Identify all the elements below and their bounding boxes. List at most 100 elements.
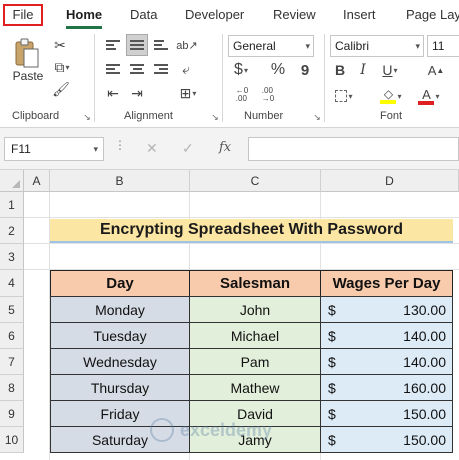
select-all-button[interactable] <box>0 170 24 192</box>
align-middle-icon[interactable] <box>126 34 148 56</box>
row-header-5[interactable]: 5 <box>0 297 24 323</box>
cell-wage[interactable]: $150.00 <box>320 426 453 453</box>
decrease-decimal-icon[interactable]: .00 →0 <box>258 86 278 104</box>
italic-button[interactable]: I <box>356 60 370 80</box>
paste-button[interactable]: Paste <box>8 68 48 84</box>
cell-salesman[interactable]: Jamy <box>189 426 321 453</box>
orientation-icon[interactable]: ab↗ <box>176 36 198 54</box>
currency-symbol: $ <box>328 405 336 422</box>
worksheet-grid[interactable]: A B C D 1 2 3 4 5 6 7 8 9 10 Encrypting … <box>0 170 459 460</box>
copy-icon[interactable]: ⧉ ▾ <box>50 58 74 76</box>
column-header-b[interactable]: B <box>50 170 190 192</box>
font-color-button[interactable]: A ▾ <box>416 86 442 106</box>
formula-bar-grip-icon[interactable]: ⋮ <box>114 138 126 152</box>
cut-icon[interactable]: ✂ <box>52 36 68 54</box>
number-format-select[interactable]: General ▾ <box>228 35 314 57</box>
wage-value: 150.00 <box>403 431 446 448</box>
row-header-7[interactable]: 7 <box>0 349 24 375</box>
tab-review[interactable]: Review <box>273 4 316 26</box>
format-painter-icon[interactable]: 🖌 <box>52 80 70 98</box>
tab-file[interactable]: File <box>3 4 43 26</box>
wage-value: 140.00 <box>403 327 446 344</box>
tab-data[interactable]: Data <box>130 4 157 26</box>
align-bottom-icon[interactable] <box>152 36 170 54</box>
header-day[interactable]: Day <box>50 270 190 297</box>
row-header-3[interactable]: 3 <box>0 244 24 270</box>
sheet-title[interactable]: Encrypting Spreadsheet With Password <box>50 219 453 243</box>
align-right-icon[interactable] <box>152 60 170 78</box>
font-color-icon: A <box>422 86 431 102</box>
column-header-d[interactable]: D <box>321 170 459 192</box>
wage-value: 150.00 <box>403 405 446 422</box>
row-header-9[interactable]: 9 <box>0 401 24 427</box>
align-left-icon[interactable] <box>104 60 122 78</box>
enter-icon[interactable]: ✓ <box>182 140 194 157</box>
row-header-2[interactable]: 2 <box>0 218 24 244</box>
align-top-icon[interactable] <box>104 36 122 54</box>
tab-home[interactable]: Home <box>66 4 103 29</box>
cell-day[interactable]: Friday <box>50 400 190 427</box>
name-box[interactable]: F11 ▾ <box>4 137 104 161</box>
name-box-value: F11 <box>11 142 31 156</box>
cell-wage[interactable]: $160.00 <box>320 374 453 401</box>
row-header-6[interactable]: 6 <box>0 323 24 349</box>
font-family-select[interactable]: Calibri ▾ <box>330 35 424 57</box>
currency-icon: $ <box>234 61 243 78</box>
increase-indent-icon[interactable]: ⇥ <box>128 84 146 102</box>
tab-page-layout[interactable]: Page Lay <box>406 4 459 26</box>
decrease-indent-icon[interactable]: ⇤ <box>104 84 122 102</box>
cell-day[interactable]: Monday <box>50 296 190 323</box>
formula-input[interactable] <box>248 137 459 161</box>
currency-symbol: $ <box>328 431 336 448</box>
cell-wage[interactable]: $130.00 <box>320 296 453 323</box>
currency-button[interactable]: $ ▾ <box>230 60 252 80</box>
cell-salesman[interactable]: Mathew <box>189 374 321 401</box>
paste-icon[interactable] <box>12 36 42 70</box>
row-header-1[interactable]: 1 <box>0 192 24 218</box>
fill-color-icon: ◇ <box>380 88 397 104</box>
currency-symbol: $ <box>328 379 336 396</box>
cell-salesman[interactable]: Michael <box>189 322 321 349</box>
fill-color-button[interactable]: ◇ ▾ <box>378 86 404 106</box>
comma-style-button[interactable]: 9 <box>296 60 314 80</box>
cell-wage[interactable]: $140.00 <box>320 348 453 375</box>
insert-function-button[interactable]: fx <box>219 140 231 155</box>
borders-button[interactable]: ▾ <box>332 86 356 106</box>
cell-day[interactable]: Thursday <box>50 374 190 401</box>
merge-center-icon[interactable]: ⊞ ▾ <box>176 84 200 102</box>
cell-day[interactable]: Wednesday <box>50 348 190 375</box>
underline-icon: U <box>382 62 393 78</box>
font-family-value: Calibri <box>335 39 370 53</box>
cell-salesman[interactable]: John <box>189 296 321 323</box>
currency-symbol: $ <box>328 353 336 370</box>
header-wages[interactable]: Wages Per Day <box>320 270 453 297</box>
wage-value: 140.00 <box>403 353 446 370</box>
align-center-icon[interactable] <box>128 60 146 78</box>
alignment-launcher-icon[interactable]: ↘ <box>210 112 220 122</box>
cell-wage[interactable]: $150.00 <box>320 400 453 427</box>
cell-salesman[interactable]: Pam <box>189 348 321 375</box>
cell-day[interactable]: Saturday <box>50 426 190 453</box>
row-header-10[interactable]: 10 <box>0 427 24 453</box>
column-header-a[interactable]: A <box>24 170 50 192</box>
percent-button[interactable]: % <box>268 60 288 80</box>
wrap-text-icon[interactable]: ⤶ <box>176 60 196 78</box>
cell-wage[interactable]: $140.00 <box>320 322 453 349</box>
cell-salesman[interactable]: David <box>189 400 321 427</box>
row-header-4[interactable]: 4 <box>0 270 24 297</box>
clipboard-launcher-icon[interactable]: ↘ <box>82 112 92 122</box>
cancel-icon[interactable]: ✕ <box>146 140 158 157</box>
number-launcher-icon[interactable]: ↘ <box>312 112 322 122</box>
tab-developer[interactable]: Developer <box>185 4 244 26</box>
font-size-select[interactable]: 11 <box>427 35 459 57</box>
tab-insert[interactable]: Insert <box>343 4 376 26</box>
increase-decimal-icon[interactable]: ←0.00 <box>232 86 252 104</box>
font-group-label: Font <box>380 110 403 122</box>
header-salesman[interactable]: Salesman <box>189 270 321 297</box>
cell-day[interactable]: Tuesday <box>50 322 190 349</box>
row-header-8[interactable]: 8 <box>0 375 24 401</box>
underline-button[interactable]: U ▾ <box>378 60 402 80</box>
bold-button[interactable]: B <box>332 60 348 80</box>
column-header-c[interactable]: C <box>190 170 321 192</box>
increase-font-icon[interactable]: A ▲ <box>428 60 445 80</box>
